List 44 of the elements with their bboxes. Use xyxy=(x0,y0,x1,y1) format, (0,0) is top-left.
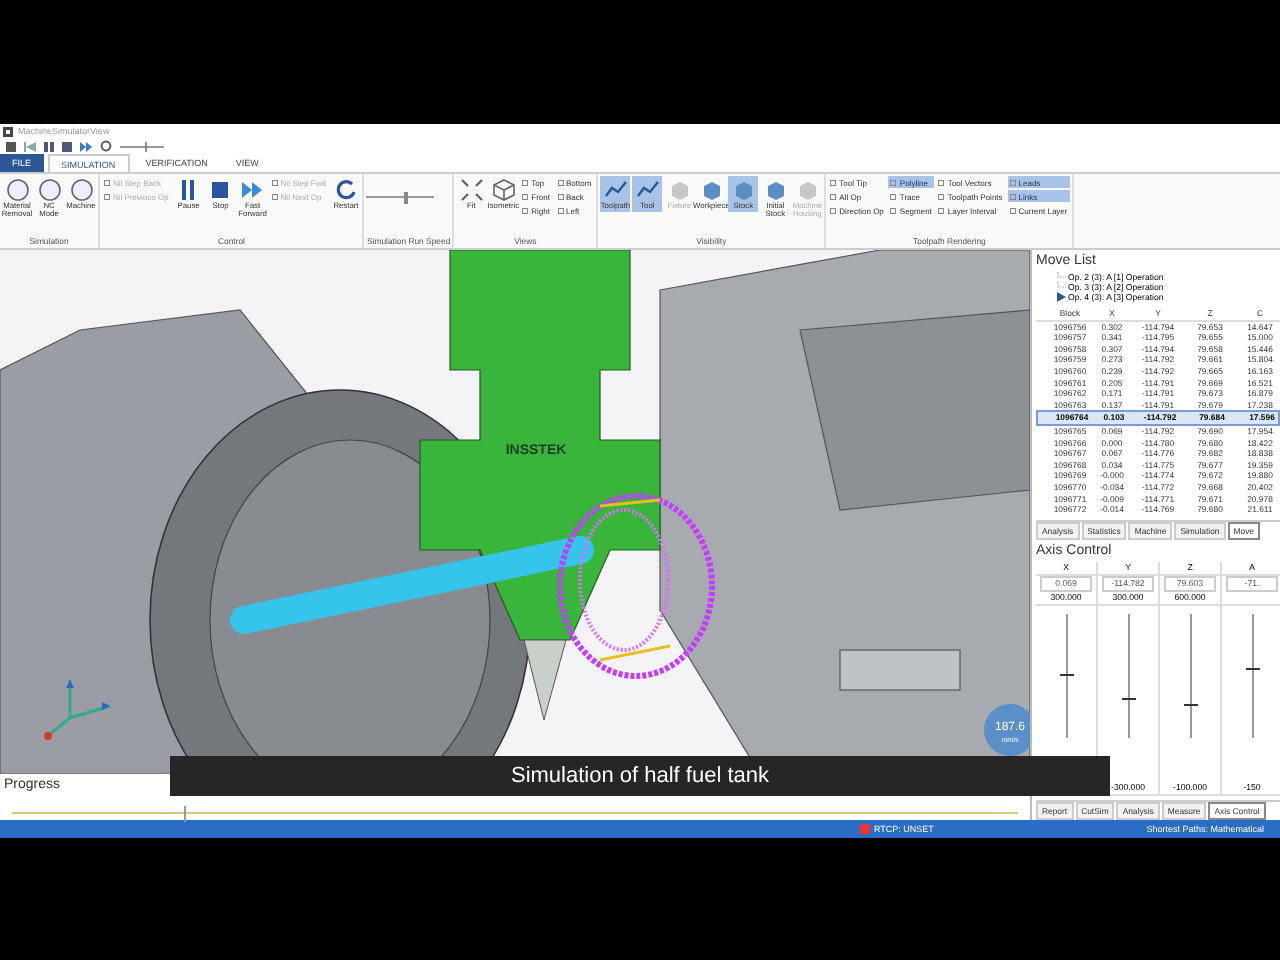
ff-icon xyxy=(240,178,265,202)
checkbox-icon xyxy=(938,193,945,199)
checkbox-icon xyxy=(522,207,529,213)
checkbox-icon xyxy=(557,207,563,213)
checkbox-icon xyxy=(557,193,563,199)
checkbox-icon xyxy=(830,193,837,199)
checkbox-icon xyxy=(1009,179,1016,185)
restart-icon[interactable] xyxy=(100,140,112,152)
block-icon xyxy=(731,178,756,202)
checkbox-icon xyxy=(522,179,529,185)
save-icon[interactable] xyxy=(6,141,16,151)
checkbox-icon xyxy=(1009,207,1016,213)
block-icon xyxy=(795,178,820,202)
checkbox-icon xyxy=(830,179,837,185)
step-back-icon[interactable] xyxy=(24,141,36,151)
axis-triad-icon xyxy=(44,678,112,740)
checkbox-icon xyxy=(271,193,278,199)
checkbox-icon xyxy=(104,179,110,185)
cube-icon xyxy=(491,178,516,202)
checkbox-icon xyxy=(1009,193,1016,199)
pause-icon[interactable] xyxy=(44,141,54,151)
fit-icon xyxy=(459,178,484,202)
restart-icon xyxy=(333,178,358,202)
error-icon xyxy=(860,824,870,834)
block-icon xyxy=(699,178,724,202)
checkbox-icon xyxy=(890,207,897,213)
checkbox-icon xyxy=(890,193,897,199)
checkbox-icon xyxy=(890,179,897,185)
stop-icon xyxy=(208,178,233,202)
checkbox-icon xyxy=(830,207,837,213)
video-caption: Simulation of half fuel tank xyxy=(170,756,1110,796)
stop-icon[interactable] xyxy=(62,141,72,151)
checkbox-icon xyxy=(522,193,529,199)
current-arrow-icon xyxy=(1056,292,1066,302)
speed-slider[interactable] xyxy=(366,196,435,206)
checkbox-icon xyxy=(938,179,945,185)
path-icon xyxy=(603,178,628,202)
checkbox-icon xyxy=(271,179,278,185)
block-icon xyxy=(667,178,692,202)
checkbox-icon xyxy=(938,207,945,213)
block-icon xyxy=(763,178,788,202)
checkbox-icon xyxy=(557,179,563,185)
speed-slider-icon[interactable] xyxy=(120,141,164,151)
checkbox-icon xyxy=(104,193,110,199)
